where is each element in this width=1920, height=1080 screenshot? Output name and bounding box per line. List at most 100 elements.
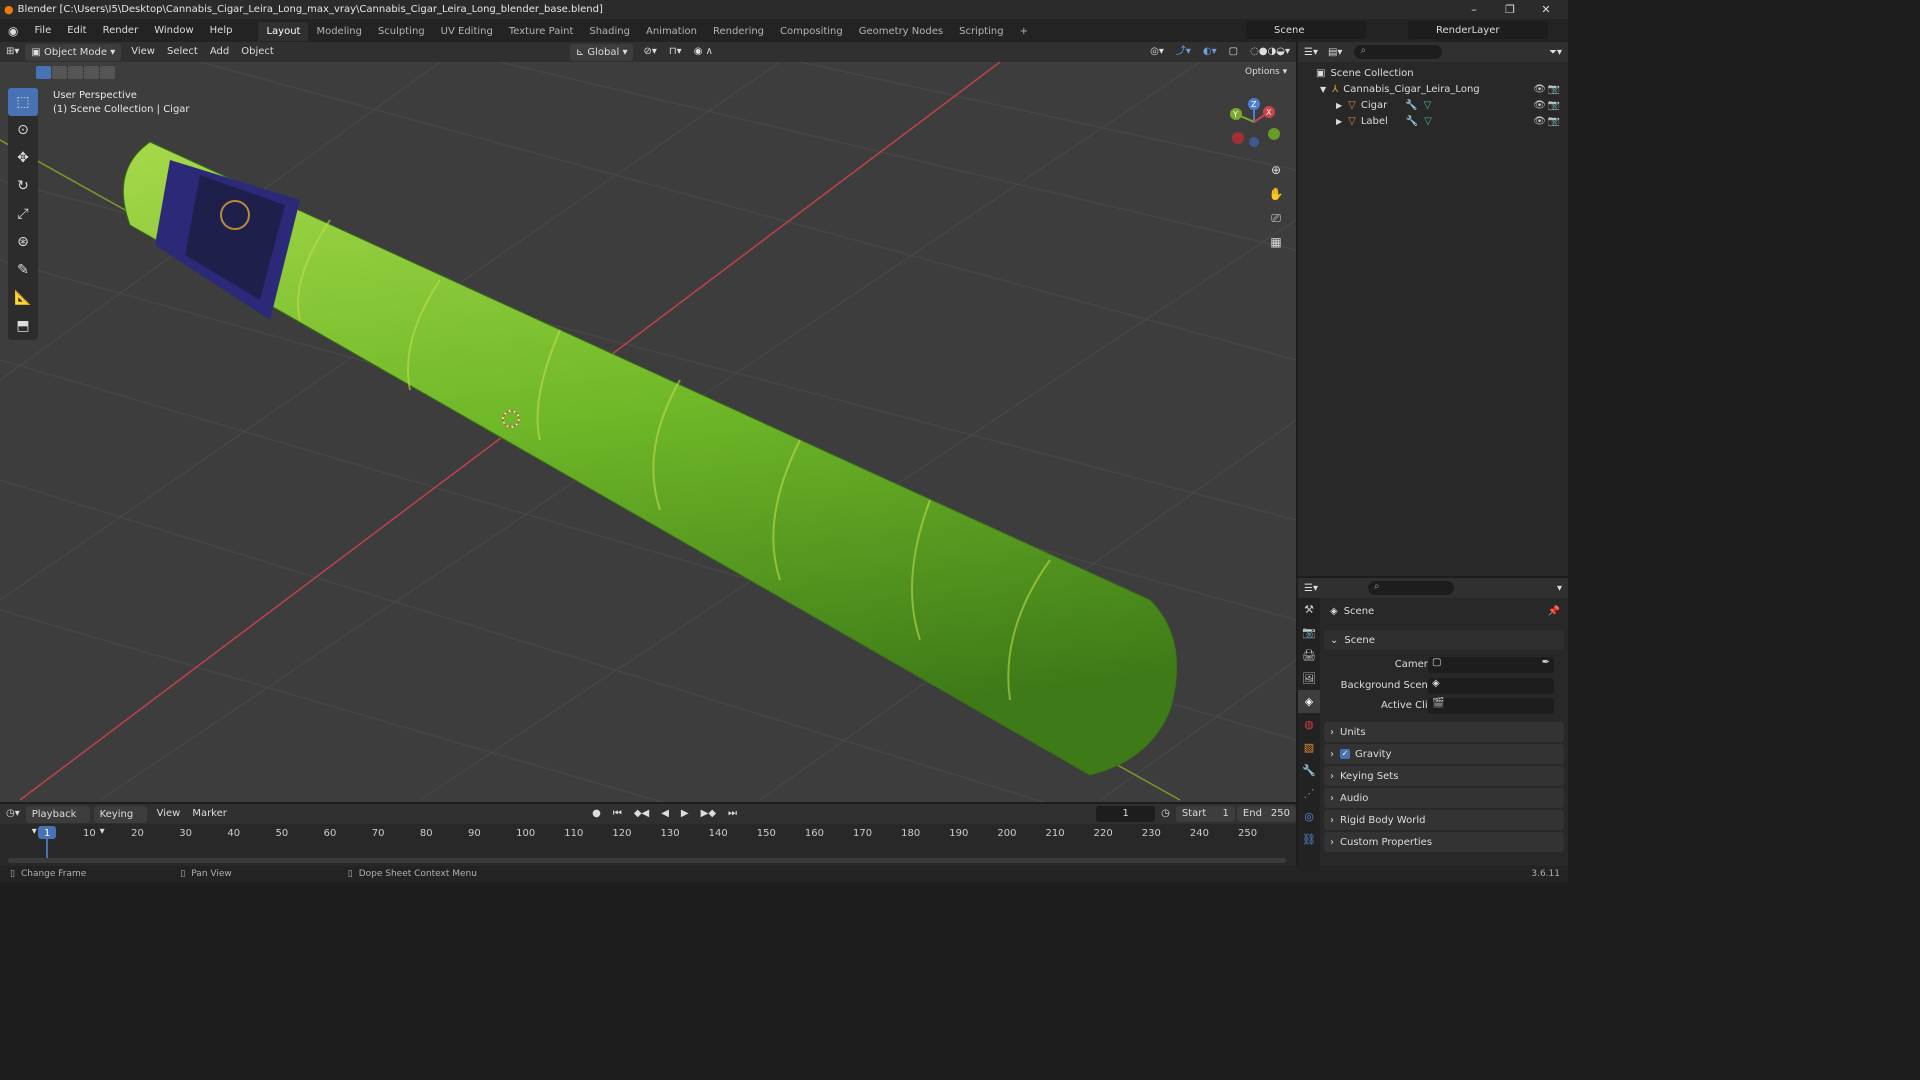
- pan-hand-icon[interactable]: ✋: [1266, 182, 1286, 206]
- render-camera-icon[interactable]: 📷: [1548, 100, 1560, 111]
- menu-object[interactable]: Object: [235, 43, 280, 61]
- visibility-eye-icon[interactable]: 👁: [1533, 116, 1546, 127]
- timeline-marker-menu[interactable]: Marker: [186, 805, 233, 823]
- physics-tab-icon[interactable]: ◎: [1298, 805, 1320, 828]
- audio-panel[interactable]: › Audio: [1324, 788, 1564, 808]
- active-clip-field[interactable]: 🎬: [1428, 698, 1554, 714]
- tab-sculpting[interactable]: Sculpting: [370, 22, 433, 41]
- custom-properties-panel[interactable]: › Custom Properties: [1324, 832, 1564, 852]
- menu-add[interactable]: Add: [204, 43, 235, 61]
- visibility-eye-icon[interactable]: 👁: [1533, 100, 1546, 111]
- overlay-toggle-icon[interactable]: ◐▾: [1197, 43, 1223, 61]
- play-reverse-icon[interactable]: ◀: [655, 805, 675, 823]
- tool-tab-icon[interactable]: ⚒: [1298, 598, 1320, 621]
- jump-end-icon[interactable]: ⏭: [722, 805, 743, 823]
- select-box-mode-icon[interactable]: [36, 66, 51, 79]
- scale-tool-icon[interactable]: ⤢: [8, 200, 38, 228]
- world-tab-icon[interactable]: ◍: [1298, 713, 1320, 736]
- render-camera-icon[interactable]: 📷: [1548, 116, 1560, 127]
- play-icon[interactable]: ▶: [675, 805, 695, 823]
- properties-editor-icon[interactable]: ☰▾: [1304, 583, 1318, 594]
- tab-rendering[interactable]: Rendering: [705, 22, 772, 41]
- mesh-data-icon[interactable]: ▽: [1424, 116, 1432, 127]
- expand-arrow-icon[interactable]: ▶: [1336, 101, 1342, 110]
- ortho-grid-icon[interactable]: ▦: [1266, 230, 1286, 254]
- next-keyframe-icon[interactable]: ▶◆: [695, 805, 722, 823]
- xray-icon[interactable]: ▢: [1223, 43, 1244, 61]
- tab-compositing[interactable]: Compositing: [772, 22, 851, 41]
- outliner-search-input[interactable]: ⌕: [1354, 45, 1443, 59]
- render-camera-icon[interactable]: 📷: [1548, 84, 1560, 95]
- blender-menu-icon[interactable]: ◉: [0, 24, 26, 38]
- cursor-tool-icon[interactable]: ⊙: [8, 116, 38, 144]
- menu-render[interactable]: Render: [95, 19, 147, 42]
- collapse-arrow-icon[interactable]: ▼: [1320, 85, 1326, 94]
- mesh-data-icon[interactable]: ▽: [1424, 100, 1432, 111]
- select-invert-mode-icon[interactable]: [84, 66, 99, 79]
- filter-icon[interactable]: ⏷▾: [1549, 47, 1562, 58]
- menu-file[interactable]: File: [26, 19, 59, 42]
- select-subtract-mode-icon[interactable]: [68, 66, 83, 79]
- expand-arrow-icon[interactable]: ▶: [1336, 117, 1342, 126]
- 3d-viewport[interactable]: User Perspective (1) Scene Collection | …: [0, 62, 1296, 802]
- cigar-object[interactable]: [122, 141, 1178, 776]
- gravity-checkbox[interactable]: ✓: [1340, 749, 1350, 759]
- annotate-tool-icon[interactable]: ✎: [8, 256, 38, 284]
- pivot-icon[interactable]: ⊘▾: [637, 43, 662, 61]
- output-tab-icon[interactable]: 🖨: [1298, 644, 1320, 667]
- tab-modeling[interactable]: Modeling: [308, 22, 370, 41]
- tab-scripting[interactable]: Scripting: [951, 22, 1011, 41]
- pin-icon[interactable]: 📌: [1548, 606, 1560, 617]
- rigid-body-world-panel[interactable]: › Rigid Body World: [1324, 810, 1564, 830]
- view-layer-tab-icon[interactable]: 🖼: [1298, 667, 1320, 690]
- orientation-dropdown[interactable]: ⊾ Global ▾: [569, 43, 634, 61]
- options-dropdown[interactable]: Options ▾: [1240, 66, 1293, 78]
- timeline-editor-icon[interactable]: ◷▾: [0, 805, 26, 823]
- display-mode-icon[interactable]: ▤▾: [1328, 47, 1342, 58]
- end-frame-field[interactable]: End 250: [1236, 806, 1296, 822]
- move-tool-icon[interactable]: ✥: [8, 144, 38, 172]
- prev-keyframe-icon[interactable]: ◆◀: [628, 805, 655, 823]
- transform-tool-icon[interactable]: ⊛: [8, 228, 38, 256]
- menu-edit[interactable]: Edit: [59, 19, 94, 42]
- measure-tool-icon[interactable]: 📐: [8, 284, 38, 312]
- start-frame-field[interactable]: Start 1: [1175, 806, 1235, 822]
- visibility-eye-icon[interactable]: 👁: [1533, 84, 1546, 95]
- outliner-row-collection[interactable]: ▼ ⅄ Cannabis_Cigar_Leira_Long 👁 📷: [1298, 81, 1568, 97]
- gravity-panel[interactable]: › ✓ Gravity: [1324, 744, 1564, 764]
- units-panel[interactable]: › Units: [1324, 722, 1564, 742]
- scene-tab-icon[interactable]: ◈: [1298, 690, 1320, 713]
- select-box-tool-icon[interactable]: ⬚: [8, 88, 38, 116]
- eyedropper-icon[interactable]: ✒: [1542, 657, 1550, 668]
- render-tab-icon[interactable]: 📷: [1298, 621, 1320, 644]
- modifier-tab-icon[interactable]: 🔧: [1298, 759, 1320, 782]
- header-options-icon[interactable]: ▾: [1557, 583, 1562, 594]
- menu-help[interactable]: Help: [202, 19, 241, 42]
- camera-view-icon[interactable]: ⎚: [1266, 206, 1286, 230]
- snap-icon[interactable]: ⊓▾: [663, 43, 688, 61]
- object-tab-icon[interactable]: ▧: [1298, 736, 1320, 759]
- outliner-row-label[interactable]: ▶ ▽ Label 🔧 ▽ 👁 📷: [1298, 113, 1568, 129]
- tab-layout[interactable]: Layout: [258, 22, 309, 41]
- minimize-button[interactable]: –: [1456, 0, 1492, 19]
- jump-start-icon[interactable]: ⏮: [607, 805, 628, 823]
- scene-selector[interactable]: Scene: [1246, 21, 1366, 39]
- close-button[interactable]: ✕: [1528, 0, 1564, 19]
- select-intersect-mode-icon[interactable]: [100, 66, 115, 79]
- gizmo-toggle-icon[interactable]: ⤴▾: [1170, 43, 1197, 61]
- add-workspace-icon[interactable]: +: [1012, 22, 1036, 41]
- outliner-row-scene-collection[interactable]: ▣ Scene Collection: [1298, 65, 1568, 81]
- navigation-gizmo[interactable]: Z X Y: [1224, 94, 1284, 154]
- tab-geometry-nodes[interactable]: Geometry Nodes: [851, 22, 951, 41]
- properties-search-input[interactable]: ⌕: [1367, 581, 1454, 595]
- outliner-row-cigar[interactable]: ▶ ▽ Cigar 🔧 ▽ 👁 📷: [1298, 97, 1568, 113]
- modifier-wrench-icon[interactable]: 🔧: [1406, 116, 1418, 127]
- tab-animation[interactable]: Animation: [638, 22, 705, 41]
- menu-select[interactable]: Select: [161, 43, 204, 61]
- particles-tab-icon[interactable]: ⋰: [1298, 782, 1320, 805]
- modifier-wrench-icon[interactable]: 🔧: [1405, 100, 1417, 111]
- timeline-view-menu[interactable]: View: [151, 805, 187, 823]
- scene-panel-header[interactable]: ⌄ Scene: [1324, 630, 1564, 650]
- playback-dropdown[interactable]: Playback ▾: [25, 805, 90, 837]
- outliner-editor-icon[interactable]: ☰▾: [1304, 47, 1318, 58]
